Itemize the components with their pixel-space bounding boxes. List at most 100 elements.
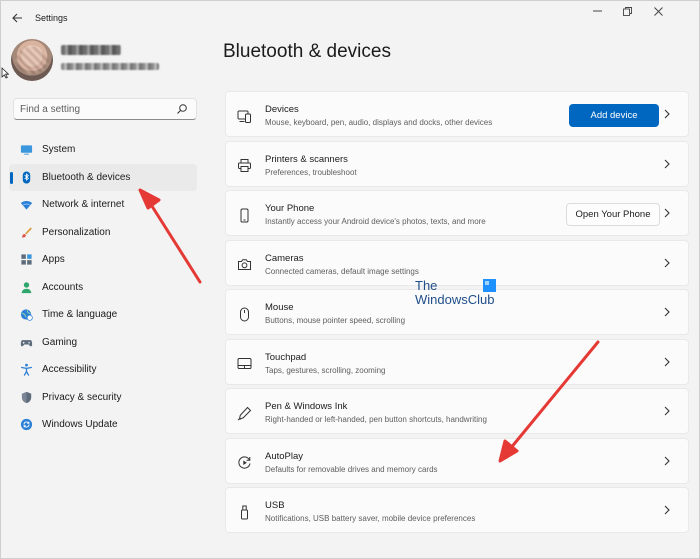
- back-arrow-icon: [11, 13, 22, 23]
- person-icon: [19, 280, 33, 294]
- watermark-line-1: The: [415, 278, 438, 293]
- brush-icon: [19, 225, 33, 239]
- open-your-phone-button[interactable]: Open Your Phone: [566, 203, 660, 226]
- page-title: Bluetooth & devices: [223, 41, 391, 62]
- close-icon: [653, 6, 663, 16]
- shield-icon: [19, 390, 33, 404]
- chevron-right-icon[interactable]: [662, 355, 672, 369]
- printer-icon: [236, 158, 252, 174]
- search-box[interactable]: [13, 98, 197, 120]
- sidebar-item-label: Accessibility: [42, 364, 97, 376]
- pen-icon: [236, 405, 252, 421]
- sidebar-item-label: Accounts: [42, 281, 84, 293]
- app-title: Settings: [35, 13, 68, 23]
- sidebar-item-label: Privacy & security: [42, 391, 122, 403]
- chevron-right-icon[interactable]: [662, 157, 672, 171]
- sidebar-item-bluetooth-devices[interactable]: Bluetooth & devices: [9, 163, 197, 191]
- chevron-right-icon[interactable]: [662, 305, 672, 319]
- title-bar: Settings: [1, 1, 700, 35]
- minimize-icon: [592, 10, 602, 12]
- sidebar-item-time-language[interactable]: Time & language: [9, 301, 197, 329]
- touchpad-icon: [236, 356, 252, 372]
- card-description: Mouse, keyboard, pen, audio, displays an…: [265, 118, 493, 127]
- sidebar-item-label: Windows Update: [42, 419, 118, 431]
- sidebar-item-network[interactable]: Network & internet: [9, 191, 197, 219]
- card-description: Taps, gestures, scrolling, zooming: [265, 365, 386, 375]
- sidebar-item-gaming[interactable]: Gaming: [9, 329, 197, 357]
- card-touchpad[interactable]: Touchpad Taps, gestures, scrolling, zoom…: [225, 338, 689, 385]
- sidebar-item-accounts[interactable]: Accounts: [9, 274, 197, 302]
- search-icon[interactable]: [176, 103, 188, 115]
- camera-icon: [236, 257, 252, 273]
- chevron-right-icon[interactable]: [662, 404, 672, 418]
- add-device-button[interactable]: Add device: [569, 104, 659, 127]
- autoplay-icon: [236, 455, 252, 471]
- watermark-logo-icon: [483, 279, 496, 292]
- sidebar-item-label: Time & language: [42, 309, 118, 321]
- card-description: Instantly access your Android device's p…: [265, 217, 486, 226]
- card-usb[interactable]: USB Notifications, USB battery saver, mo…: [225, 487, 689, 533]
- sidebar-item-label: Personalization: [42, 226, 111, 238]
- sidebar-item-personalization[interactable]: Personalization: [9, 219, 197, 247]
- sidebar-item-label: Network & internet: [42, 199, 125, 211]
- avatar[interactable]: [11, 39, 53, 81]
- globe-clock-icon: [19, 308, 33, 322]
- sidebar-item-apps[interactable]: Apps: [9, 246, 197, 274]
- sidebar-item-system[interactable]: System: [9, 136, 197, 164]
- devices-icon: [236, 108, 252, 124]
- card-description: Defaults for removable drives and memory…: [265, 464, 438, 474]
- restore-icon: [622, 6, 632, 16]
- chevron-right-icon[interactable]: [662, 256, 672, 270]
- back-button[interactable]: [7, 9, 27, 27]
- maximize-button[interactable]: [612, 5, 642, 17]
- sidebar-item-accessibility[interactable]: Accessibility: [9, 356, 197, 384]
- chevron-right-icon[interactable]: [662, 107, 672, 121]
- card-devices[interactable]: Devices Mouse, keyboard, pen, audio, dis…: [225, 91, 689, 137]
- watermark-line-2: WindowsClub: [415, 292, 495, 307]
- phone-icon: [236, 207, 252, 223]
- card-pen-windows-ink[interactable]: Pen & Windows Ink Right-handed or left-h…: [225, 388, 689, 434]
- card-title: USB: [265, 500, 285, 511]
- card-description: Preferences, troubleshoot: [265, 167, 357, 177]
- accessibility-icon: [19, 363, 33, 377]
- monitor-icon: [19, 143, 33, 157]
- search-input[interactable]: [20, 102, 170, 117]
- sidebar-item-privacy-security[interactable]: Privacy & security: [9, 384, 197, 412]
- gamepad-icon: [19, 335, 33, 349]
- card-printers-scanners[interactable]: Printers & scanners Preferences, trouble…: [225, 140, 689, 187]
- sidebar-item-label: System: [42, 144, 76, 156]
- card-description: Right-handed or left-handed, pen button …: [265, 415, 487, 424]
- card-description: Notifications, USB battery saver, mobile…: [265, 514, 476, 523]
- usb-icon: [236, 504, 252, 520]
- chevron-right-icon[interactable]: [662, 206, 672, 220]
- apps-icon: [19, 253, 33, 267]
- sidebar-nav: System Bluetooth & devices Network & int…: [9, 136, 197, 439]
- card-title: Touchpad: [265, 351, 307, 363]
- sidebar-item-label: Gaming: [42, 336, 78, 348]
- card-title: Mouse: [265, 302, 294, 313]
- card-title: AutoPlay: [265, 450, 304, 462]
- wifi-icon: [19, 198, 33, 212]
- settings-window: Settings System Bluetooth & devices: [0, 0, 700, 559]
- sidebar-item-label: Bluetooth & devices: [42, 171, 131, 183]
- card-autoplay[interactable]: AutoPlay Defaults for removable drives a…: [225, 437, 689, 484]
- mouse-icon: [236, 306, 252, 322]
- card-title: Cameras: [265, 252, 304, 264]
- sidebar-item-label: Apps: [42, 254, 65, 266]
- bluetooth-icon: [19, 170, 33, 184]
- user-email-blurred: [61, 63, 159, 70]
- card-title: Printers & scanners: [265, 153, 348, 165]
- close-button[interactable]: [643, 5, 673, 17]
- settings-cards: Devices Mouse, keyboard, pen, audio, dis…: [225, 91, 689, 537]
- update-icon: [19, 418, 33, 432]
- sidebar-item-windows-update[interactable]: Windows Update: [9, 411, 197, 439]
- minimize-button[interactable]: [582, 5, 612, 17]
- card-your-phone[interactable]: Your Phone Instantly access your Android…: [225, 190, 689, 236]
- user-name-blurred: [61, 45, 121, 55]
- chevron-right-icon[interactable]: [662, 503, 672, 517]
- card-description: Buttons, mouse pointer speed, scrolling: [265, 316, 406, 325]
- card-title: Devices: [265, 104, 299, 115]
- chevron-right-icon[interactable]: [662, 454, 672, 468]
- card-title: Your Phone: [265, 203, 315, 214]
- card-title: Pen & Windows Ink: [265, 401, 348, 412]
